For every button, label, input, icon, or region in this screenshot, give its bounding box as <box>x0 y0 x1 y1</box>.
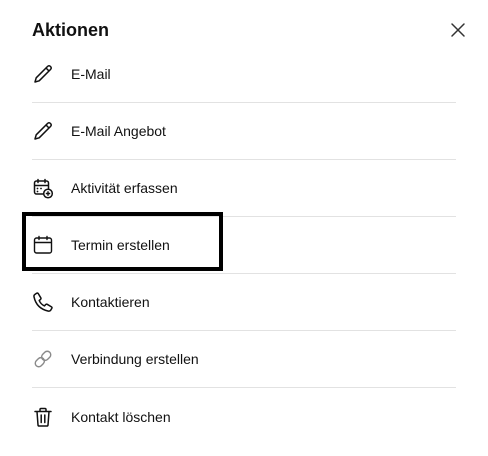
pencil-icon <box>32 120 54 142</box>
phone-icon <box>32 291 54 313</box>
calendar-icon <box>32 234 54 256</box>
action-label: Termin erstellen <box>71 237 170 253</box>
calendar-add-icon <box>32 177 54 199</box>
action-label: E-Mail <box>71 66 111 82</box>
action-create-appointment[interactable]: Termin erstellen <box>32 217 456 274</box>
close-icon <box>451 23 465 37</box>
actions-panel: Aktionen E-Mail E-Mail Angebot Aktivität… <box>0 0 488 456</box>
action-email-offer[interactable]: E-Mail Angebot <box>32 103 456 160</box>
close-button[interactable] <box>448 20 468 40</box>
action-label: Kontaktieren <box>71 294 150 310</box>
action-create-connection[interactable]: Verbindung erstellen <box>32 331 456 388</box>
action-delete-contact[interactable]: Kontakt löschen <box>32 388 456 445</box>
link-icon <box>32 348 54 370</box>
pencil-icon <box>32 63 54 85</box>
action-label: Verbindung erstellen <box>71 351 199 367</box>
action-email[interactable]: E-Mail <box>32 46 456 103</box>
action-record-activity[interactable]: Aktivität erfassen <box>32 160 456 217</box>
actions-list: E-Mail E-Mail Angebot Aktivität erfassen… <box>32 46 456 445</box>
action-contact[interactable]: Kontaktieren <box>32 274 456 331</box>
trash-icon <box>32 406 54 428</box>
action-label: Aktivität erfassen <box>71 180 178 196</box>
action-label: E-Mail Angebot <box>71 123 166 139</box>
panel-title: Aktionen <box>32 20 110 40</box>
action-label: Kontakt löschen <box>71 408 171 425</box>
